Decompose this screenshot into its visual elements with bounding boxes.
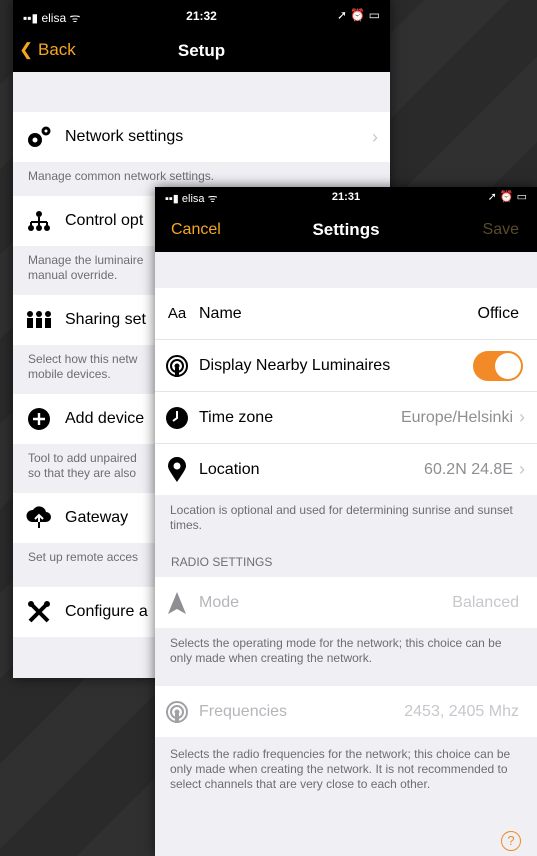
chevron-right-icon: › <box>519 407 525 427</box>
row-label: Location <box>199 460 260 478</box>
location-pin-icon <box>155 456 199 483</box>
location-description: Location is optional and used for determ… <box>170 503 513 532</box>
name-row[interactable]: Aa Name Office <box>155 288 537 340</box>
people-icon <box>13 310 65 330</box>
battery-icon: ➚ ⏰ ▭ <box>336 8 380 22</box>
toggle-knob <box>495 352 521 379</box>
battery-icon: ➚ ⏰ ▭ <box>487 191 527 203</box>
cloud-upload-icon <box>13 506 65 530</box>
status-bar: ▪▪▮ elisa ᯤ 21:31 ➚ ⏰ ▭ <box>155 187 537 209</box>
frequencies-value: 2453, 2405 Mhz <box>404 702 519 720</box>
text-icon: Aa <box>167 305 187 322</box>
tools-icon <box>13 600 65 624</box>
nav-bar: Cancel Settings Save <box>155 209 537 252</box>
row-label: Name <box>199 304 242 322</box>
row-label: Frequencies <box>199 702 288 720</box>
radio-settings-header: RADIO SETTINGS <box>171 555 273 569</box>
gears-icon <box>13 125 65 149</box>
network-settings-row[interactable]: Network settings › <box>13 112 390 162</box>
mode-description: Selects the operating mode for the netwo… <box>170 636 502 665</box>
row-label: Time zone <box>199 408 274 426</box>
add-circle-icon <box>13 407 65 431</box>
clock-icon <box>155 406 199 430</box>
settings-screen: ▪▪▮ elisa ᯤ 21:31 ➚ ⏰ ▭ Cancel Settings … <box>155 187 537 856</box>
clock: 21:32 <box>186 9 217 23</box>
row-label: Display Nearby Luminaires <box>199 356 391 374</box>
mode-value: Balanced <box>452 593 519 611</box>
status-bar: ▪▪▮ elisa ᯤ 21:32 ➚ ⏰ ▭ <box>13 0 390 32</box>
frequencies-description: Selects the radio frequencies for the ne… <box>170 747 511 791</box>
timezone-row[interactable]: Time zone Europe/Helsinki › <box>155 392 537 444</box>
mode-row: Mode Balanced <box>155 577 537 628</box>
nearby-luminaires-toggle[interactable] <box>473 350 523 381</box>
location-row[interactable]: Location 60.2N 24.8E › <box>155 444 537 495</box>
help-icon[interactable]: ? <box>501 831 521 851</box>
row-label: Mode <box>199 593 240 611</box>
frequencies-row: Frequencies 2453, 2405 Mhz <box>155 686 537 737</box>
chevron-right-icon: › <box>372 126 378 147</box>
page-title: Setup <box>177 41 226 60</box>
timezone-value: Europe/Helsinki <box>400 408 513 426</box>
row-label: Network settings <box>65 128 184 145</box>
chevron-right-icon: › <box>519 459 525 479</box>
arrow-up-icon <box>155 591 199 615</box>
broadcast-icon <box>155 700 199 724</box>
broadcast-icon <box>155 354 199 378</box>
nav-bar: ❮ Back Setup <box>13 32 390 72</box>
save-button[interactable]: Save <box>483 221 519 239</box>
location-value: 60.2N 24.8E <box>424 460 513 478</box>
clock: 21:31 <box>331 191 361 203</box>
hierarchy-icon <box>13 210 65 232</box>
name-value: Office <box>477 304 520 322</box>
page-title: Settings <box>312 220 380 239</box>
nearby-luminaires-row: Display Nearby Luminaires <box>155 340 537 392</box>
